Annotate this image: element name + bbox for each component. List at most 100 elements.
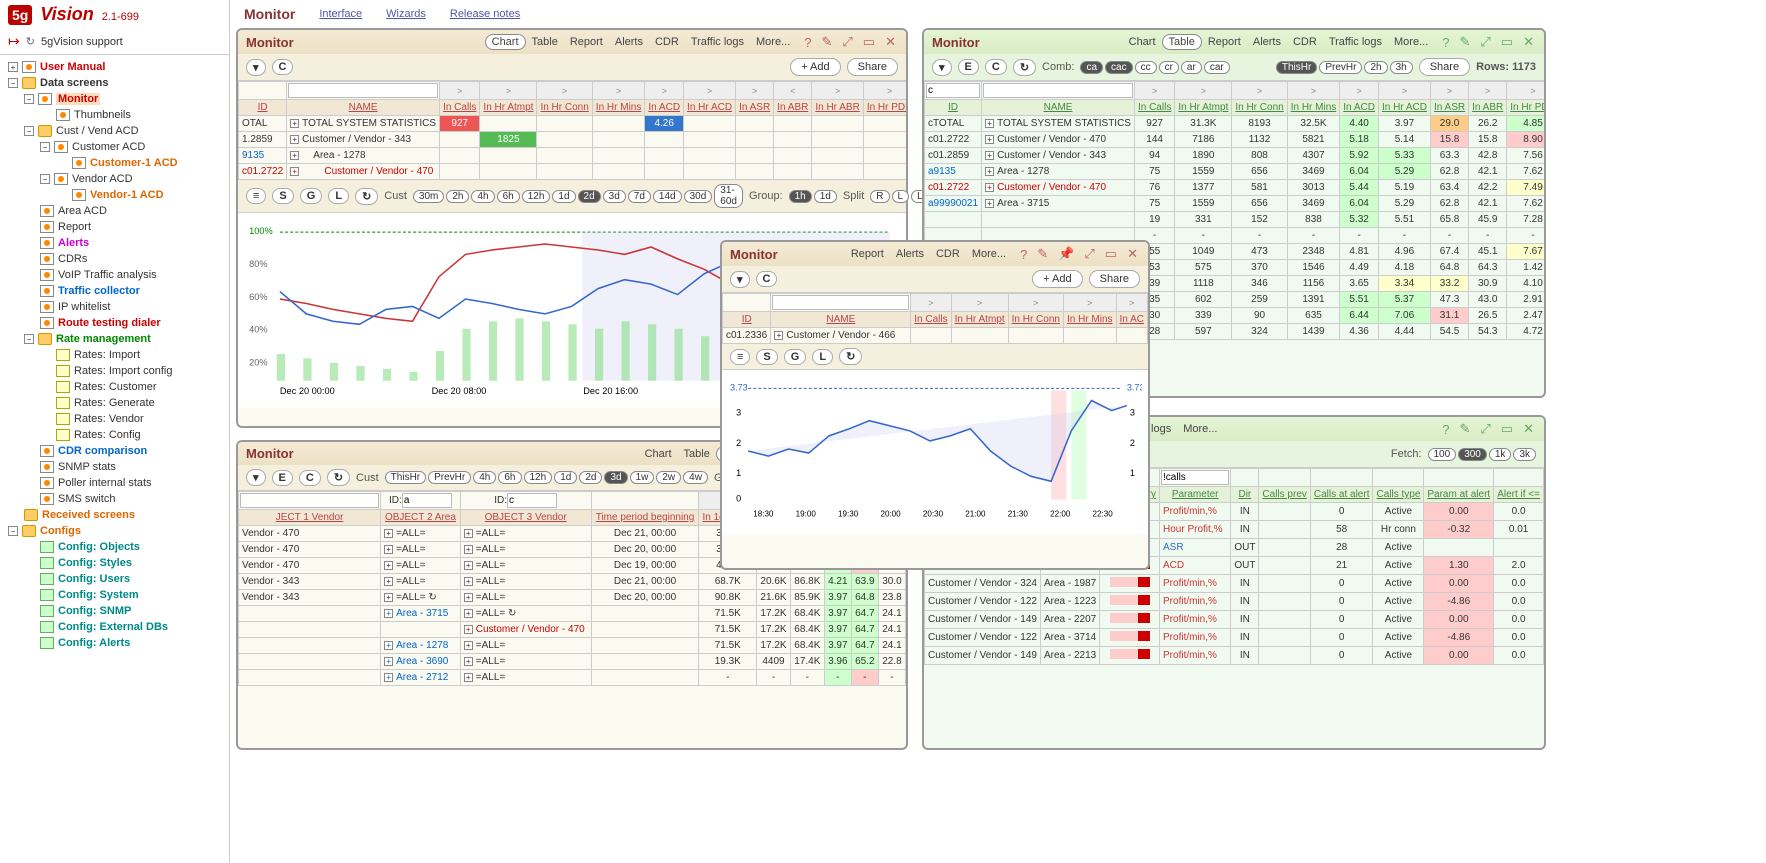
range-30d[interactable]: 30d <box>684 190 713 203</box>
col-header[interactable]: In Hr Mins <box>1287 100 1340 116</box>
close-icon[interactable]: ✕ <box>1521 421 1536 437</box>
table-row[interactable]: a9135+Area - 127875155965634696.045.2962… <box>925 164 1545 180</box>
topbar-link-interface[interactable]: Interface <box>319 8 362 20</box>
tree-item[interactable]: Rates: Generate <box>0 395 229 411</box>
col-header[interactable]: Time period beginning <box>591 510 699 526</box>
menu-icon[interactable]: ≡ <box>730 349 750 365</box>
filter-input[interactable] <box>772 295 909 310</box>
expand-icon[interactable]: − <box>24 126 34 136</box>
col-header[interactable]: ID <box>723 312 771 328</box>
tree-item[interactable]: VoIP Traffic analysis <box>0 267 229 283</box>
tab-alerts[interactable]: Alerts <box>890 247 930 261</box>
table-row[interactable]: 193311528385.325.5165.845.97.28 <box>925 212 1545 228</box>
col-header[interactable]: In Hr Atmpt <box>951 312 1008 328</box>
col-header[interactable]: OBJECT 3 Vendor <box>460 510 591 526</box>
expand-icon[interactable]: − <box>40 174 50 184</box>
add-button[interactable]: + Add <box>1032 270 1082 288</box>
reload-icon[interactable]: ↻ <box>1013 59 1036 76</box>
expand-icon[interactable]: − <box>8 526 18 536</box>
tree-item[interactable]: −Data screens <box>0 75 229 91</box>
range-2d[interactable]: 2d <box>579 471 602 484</box>
table-row[interactable]: Customer / Vendor - 122Area - 3714Profit… <box>925 629 1544 647</box>
expand-icon[interactable]: ⤢ <box>1478 421 1492 437</box>
tree-item[interactable]: Config: SNMP <box>0 603 229 619</box>
topbar-link-wizards[interactable]: Wizards <box>386 8 426 20</box>
col-header[interactable]: Calls prev <box>1259 487 1310 503</box>
col-header[interactable]: Calls at alert <box>1310 487 1373 503</box>
close-icon[interactable]: ✕ <box>1125 246 1140 262</box>
topbar-link-release[interactable]: Release notes <box>450 8 520 20</box>
col-header[interactable]: In Hr Conn <box>1232 100 1287 116</box>
c-toggle[interactable]: C <box>756 271 778 287</box>
table-row[interactable]: +Customer / Vendor - 47071.5K17.2K68.4K3… <box>239 622 906 638</box>
col-header[interactable]: In Calls <box>440 100 480 116</box>
col-header[interactable]: In AC <box>1116 312 1147 328</box>
table-row[interactable]: +Area - 2712+=ALL=------ <box>239 670 906 686</box>
range-cac[interactable]: cac <box>1105 61 1133 74</box>
filter-input[interactable] <box>288 83 438 98</box>
range-cc[interactable]: cc <box>1135 61 1157 74</box>
help-icon[interactable]: ? <box>1440 422 1451 437</box>
col-header[interactable]: In ACD <box>1340 100 1379 116</box>
range-ThisHr[interactable]: ThisHr <box>385 471 426 484</box>
col-header[interactable]: In Hr PDD <box>1507 100 1544 116</box>
tree-item[interactable]: Rates: Import <box>0 347 229 363</box>
range-14d[interactable]: 14d <box>653 190 682 203</box>
expand-icon[interactable]: ⤢ <box>1478 34 1492 50</box>
expand-icon[interactable]: − <box>24 334 34 344</box>
table-row[interactable]: +Area - 3690+=ALL=19.3K440917.4K3.9665.2… <box>239 654 906 670</box>
table-row[interactable]: c01.2859+Customer / Vendor - 34394189080… <box>925 148 1545 164</box>
table-row[interactable]: +Area - 3715+=ALL= ↻71.5K17.2K68.4K3.976… <box>239 606 906 622</box>
col-header[interactable]: Param at alert <box>1424 487 1494 503</box>
range-2d[interactable]: 2d <box>578 190 601 203</box>
tree-item[interactable]: Rates: Config <box>0 427 229 443</box>
s-toggle[interactable]: S <box>756 349 777 365</box>
range-100[interactable]: 100 <box>1428 448 1457 461</box>
col-header[interactable]: ID <box>925 100 982 116</box>
range-ca[interactable]: ca <box>1080 61 1103 74</box>
reload-icon[interactable]: ↻ <box>839 348 862 365</box>
filter-id[interactable] <box>926 83 980 98</box>
range-ar[interactable]: ar <box>1181 61 1202 74</box>
tree-item[interactable]: Config: Styles <box>0 555 229 571</box>
table-row[interactable]: +Area - 1278+=ALL=71.5K17.2K68.4K3.9764.… <box>239 638 906 654</box>
tab-trafficlogs[interactable]: Traffic logs <box>685 35 750 49</box>
tab-more[interactable]: More... <box>1177 422 1223 436</box>
col-header[interactable]: In ACD <box>645 100 684 116</box>
range-6h[interactable]: 6h <box>498 471 521 484</box>
row-name[interactable]: Customer / Vendor - 466 <box>786 330 895 341</box>
help-icon[interactable]: ? <box>802 35 813 50</box>
tab-report[interactable]: Report <box>564 35 609 49</box>
filter-param[interactable] <box>1161 470 1229 485</box>
range-12h[interactable]: 12h <box>522 190 551 203</box>
tab-more[interactable]: More... <box>966 247 1012 261</box>
tab-table[interactable]: Table <box>526 35 564 49</box>
close-icon[interactable]: ✕ <box>883 34 898 50</box>
filter-name[interactable] <box>983 83 1133 98</box>
table-row[interactable]: a99990021+Area - 371575155965634696.045.… <box>925 196 1545 212</box>
col-header[interactable]: In Calls <box>911 312 951 328</box>
table-row[interactable]: 9135+ Area - 1278 <box>239 148 907 164</box>
table-row[interactable]: c01.2722+ Customer / Vendor - 470 <box>239 164 907 180</box>
tree-item[interactable]: −Customer ACD <box>0 139 229 155</box>
tree-item[interactable]: Config: Alerts <box>0 635 229 651</box>
tab-table[interactable]: Table <box>678 447 716 461</box>
tab-cdr[interactable]: CDR <box>1287 35 1323 49</box>
tab-table[interactable]: Table <box>1162 34 1202 50</box>
col-header[interactable]: In Hr Atmpt <box>480 100 537 116</box>
tab-trafficlogs[interactable]: Traffic logs <box>1323 35 1388 49</box>
edit-icon[interactable]: ✎ <box>819 34 834 50</box>
expand-icon[interactable]: ⤢ <box>840 34 854 50</box>
filter-icon[interactable]: ▾ <box>246 59 266 76</box>
c-toggle[interactable]: C <box>299 470 321 486</box>
expand-icon[interactable]: ⤢ <box>1082 246 1096 262</box>
col-header[interactable]: In ASR <box>1430 100 1468 116</box>
logout-icon[interactable]: ↦ <box>8 33 20 50</box>
range-30m[interactable]: 30m <box>413 190 444 203</box>
tab-report[interactable]: Report <box>1202 35 1247 49</box>
range-300[interactable]: 300 <box>1458 448 1487 461</box>
range-3k[interactable]: 3k <box>1513 448 1536 461</box>
table-row[interactable]: Customer / Vendor - 122Area - 1223Profit… <box>925 593 1544 611</box>
tab-more[interactable]: More... <box>1388 35 1434 49</box>
tab-alerts[interactable]: Alerts <box>609 35 649 49</box>
